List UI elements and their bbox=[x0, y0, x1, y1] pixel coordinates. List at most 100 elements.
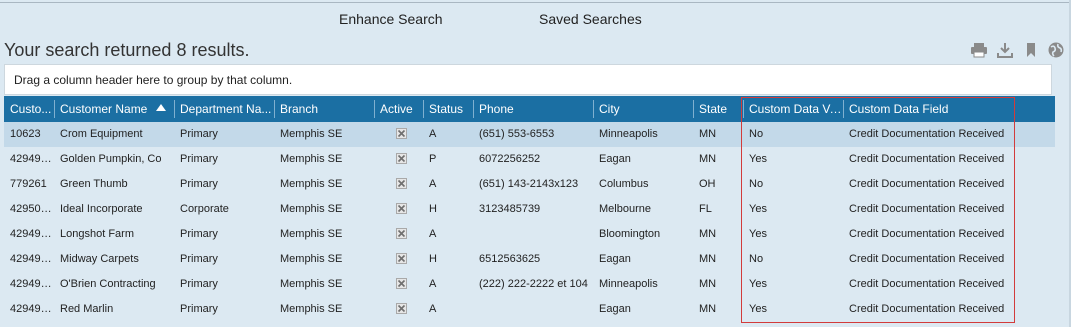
cell-department-name: Primary bbox=[180, 128, 218, 140]
cell-state: MN bbox=[699, 128, 717, 140]
cell-custom-data-value: Yes bbox=[749, 278, 767, 290]
cell-branch: Memphis SE bbox=[280, 253, 343, 265]
cell-customer-name: Longshot Farm bbox=[60, 228, 134, 240]
cell-city: Minneapolis bbox=[599, 128, 658, 140]
cell-phone: (651) 143-2143x123 bbox=[479, 178, 579, 190]
cell-customer-number: 429497... bbox=[10, 153, 54, 165]
cell-city: Columbus bbox=[599, 178, 649, 190]
column-header-branch[interactable]: Branch bbox=[274, 96, 374, 122]
cell-custom-data-field: Credit Documentation Received bbox=[849, 203, 1005, 215]
cell-custom-data-value: No bbox=[749, 253, 764, 265]
column-header-customer-number[interactable]: Custo... bbox=[4, 96, 54, 122]
active-checkbox[interactable] bbox=[396, 153, 407, 164]
cell-state: MN bbox=[699, 278, 717, 290]
cell-state: OH bbox=[699, 178, 716, 190]
cell-customer-name: Red Marlin bbox=[60, 303, 114, 315]
cell-customer-number: 10623 bbox=[10, 128, 41, 140]
active-checkbox[interactable] bbox=[396, 303, 407, 314]
cell-phone: (651) 553-6553 bbox=[479, 128, 555, 140]
cell-phone bbox=[473, 222, 593, 247]
cell-customer-name: Green Thumb bbox=[60, 178, 128, 190]
results-grid: Custo... Customer Name Department Na... … bbox=[4, 96, 1055, 322]
cell-custom-data-value: Yes bbox=[749, 153, 767, 165]
active-checkbox[interactable] bbox=[396, 228, 407, 239]
cell-customer-number: 429497... bbox=[10, 278, 54, 290]
cell-branch: Memphis SE bbox=[280, 303, 343, 315]
cell-state: MN bbox=[699, 228, 717, 240]
table-row[interactable]: 429499... Longshot Farm Primary Memphis SE A… bbox=[4, 222, 1055, 247]
cell-department-name: Primary bbox=[180, 178, 218, 190]
column-header-phone[interactable]: Phone bbox=[473, 96, 593, 122]
tab-enhance-search[interactable]: Enhance Search bbox=[339, 11, 443, 27]
column-header-department-name[interactable]: Department Na... bbox=[174, 96, 274, 122]
column-header-custom-data-field[interactable]: Custom Data Field bbox=[843, 96, 1015, 122]
column-header-custom-data-value[interactable]: Custom Data Va... bbox=[743, 96, 843, 122]
cell-city: Eagan bbox=[599, 153, 631, 165]
cell-branch: Memphis SE bbox=[280, 153, 343, 165]
print-icon[interactable] bbox=[970, 41, 988, 59]
cell-branch: Memphis SE bbox=[280, 278, 343, 290]
cell-phone bbox=[473, 297, 593, 322]
cell-custom-data-field: Credit Documentation Received bbox=[849, 303, 1005, 315]
cell-custom-data-value: Yes bbox=[749, 228, 767, 240]
cell-custom-data-value: No bbox=[749, 178, 764, 190]
column-header-city[interactable]: City bbox=[593, 96, 693, 122]
cell-custom-data-field: Credit Documentation Received bbox=[849, 178, 1005, 190]
cell-custom-data-value: Yes bbox=[749, 203, 767, 215]
table-row[interactable]: 429497... Midway Carpets Primary Memphis SE… bbox=[4, 247, 1055, 272]
cell-custom-data-field: Credit Documentation Received bbox=[849, 228, 1005, 240]
cell-status: A bbox=[429, 303, 437, 315]
cell-branch: Memphis SE bbox=[280, 128, 343, 140]
table-row[interactable]: 429497... O'Brien Contracting Primary Memph… bbox=[4, 272, 1055, 297]
cell-customer-number: 429499... bbox=[10, 228, 54, 240]
results-summary: Your search returned 8 results. bbox=[4, 40, 250, 60]
cell-department-name: Primary bbox=[180, 153, 218, 165]
table-row[interactable]: 429497... Golden Pumpkin, Co Primary Memphi… bbox=[4, 147, 1055, 172]
table-row[interactable]: 779261 Green Thumb Primary Memphis SE A (651)… bbox=[4, 172, 1055, 197]
cell-customer-name: Golden Pumpkin, Co bbox=[60, 153, 162, 165]
active-checkbox[interactable] bbox=[396, 178, 407, 189]
column-header-status[interactable]: Status bbox=[423, 96, 473, 122]
cell-customer-name: Ideal Incorporate bbox=[60, 203, 143, 215]
cell-custom-data-value: No bbox=[749, 128, 764, 140]
cell-status: H bbox=[429, 203, 437, 215]
column-header-active[interactable]: Active bbox=[374, 96, 423, 122]
tab-saved-searches[interactable]: Saved Searches bbox=[539, 11, 642, 27]
cell-branch: Memphis SE bbox=[280, 178, 343, 190]
cell-customer-number: 429496... bbox=[10, 303, 54, 315]
cell-state: MN bbox=[699, 253, 717, 265]
active-checkbox[interactable] bbox=[396, 203, 407, 214]
cell-state: MN bbox=[699, 153, 717, 165]
cell-custom-data-value: Yes bbox=[749, 303, 767, 315]
cell-city: Melbourne bbox=[599, 203, 651, 215]
cell-department-name: Primary bbox=[180, 253, 218, 265]
cell-customer-name: Midway Carpets bbox=[60, 253, 139, 265]
cell-status: H bbox=[429, 253, 437, 265]
cell-status: A bbox=[429, 178, 437, 190]
active-checkbox[interactable] bbox=[396, 128, 407, 139]
grid-header: Custo... Customer Name Department Na... … bbox=[4, 96, 1055, 122]
active-checkbox[interactable] bbox=[396, 278, 407, 289]
cell-custom-data-field: Credit Documentation Received bbox=[849, 278, 1005, 290]
table-row[interactable]: 429496... Red Marlin Primary Memphis SE A Eag… bbox=[4, 297, 1055, 322]
cell-phone: (222) 222-2222 et 104 bbox=[479, 278, 588, 290]
table-row[interactable]: 10623 Crom Equipment Primary Memphis SE A (65… bbox=[4, 122, 1055, 147]
cell-status: P bbox=[429, 153, 437, 165]
cell-phone: 6512563625 bbox=[479, 253, 541, 265]
cell-customer-name: Crom Equipment bbox=[60, 128, 143, 140]
group-by-drop-zone[interactable]: Drag a column header here to group by th… bbox=[4, 64, 1052, 95]
cell-customer-number: 779261 bbox=[10, 178, 47, 190]
cell-branch: Memphis SE bbox=[280, 228, 343, 240]
bookmark-icon[interactable] bbox=[1022, 41, 1040, 59]
globe-icon[interactable] bbox=[1047, 41, 1065, 59]
active-checkbox[interactable] bbox=[396, 253, 407, 264]
cell-department-name: Primary bbox=[180, 228, 218, 240]
cell-phone: 3123485739 bbox=[479, 203, 541, 215]
cell-customer-name: O'Brien Contracting bbox=[60, 278, 156, 290]
table-row[interactable]: 429501... Ideal Incorporate Corporate Memph… bbox=[4, 197, 1055, 222]
cell-custom-data-field: Credit Documentation Received bbox=[849, 128, 1005, 140]
cell-customer-number: 429501... bbox=[10, 203, 54, 215]
cell-department-name: Primary bbox=[180, 278, 218, 290]
download-icon[interactable] bbox=[996, 41, 1014, 59]
column-header-state[interactable]: State bbox=[693, 96, 743, 122]
